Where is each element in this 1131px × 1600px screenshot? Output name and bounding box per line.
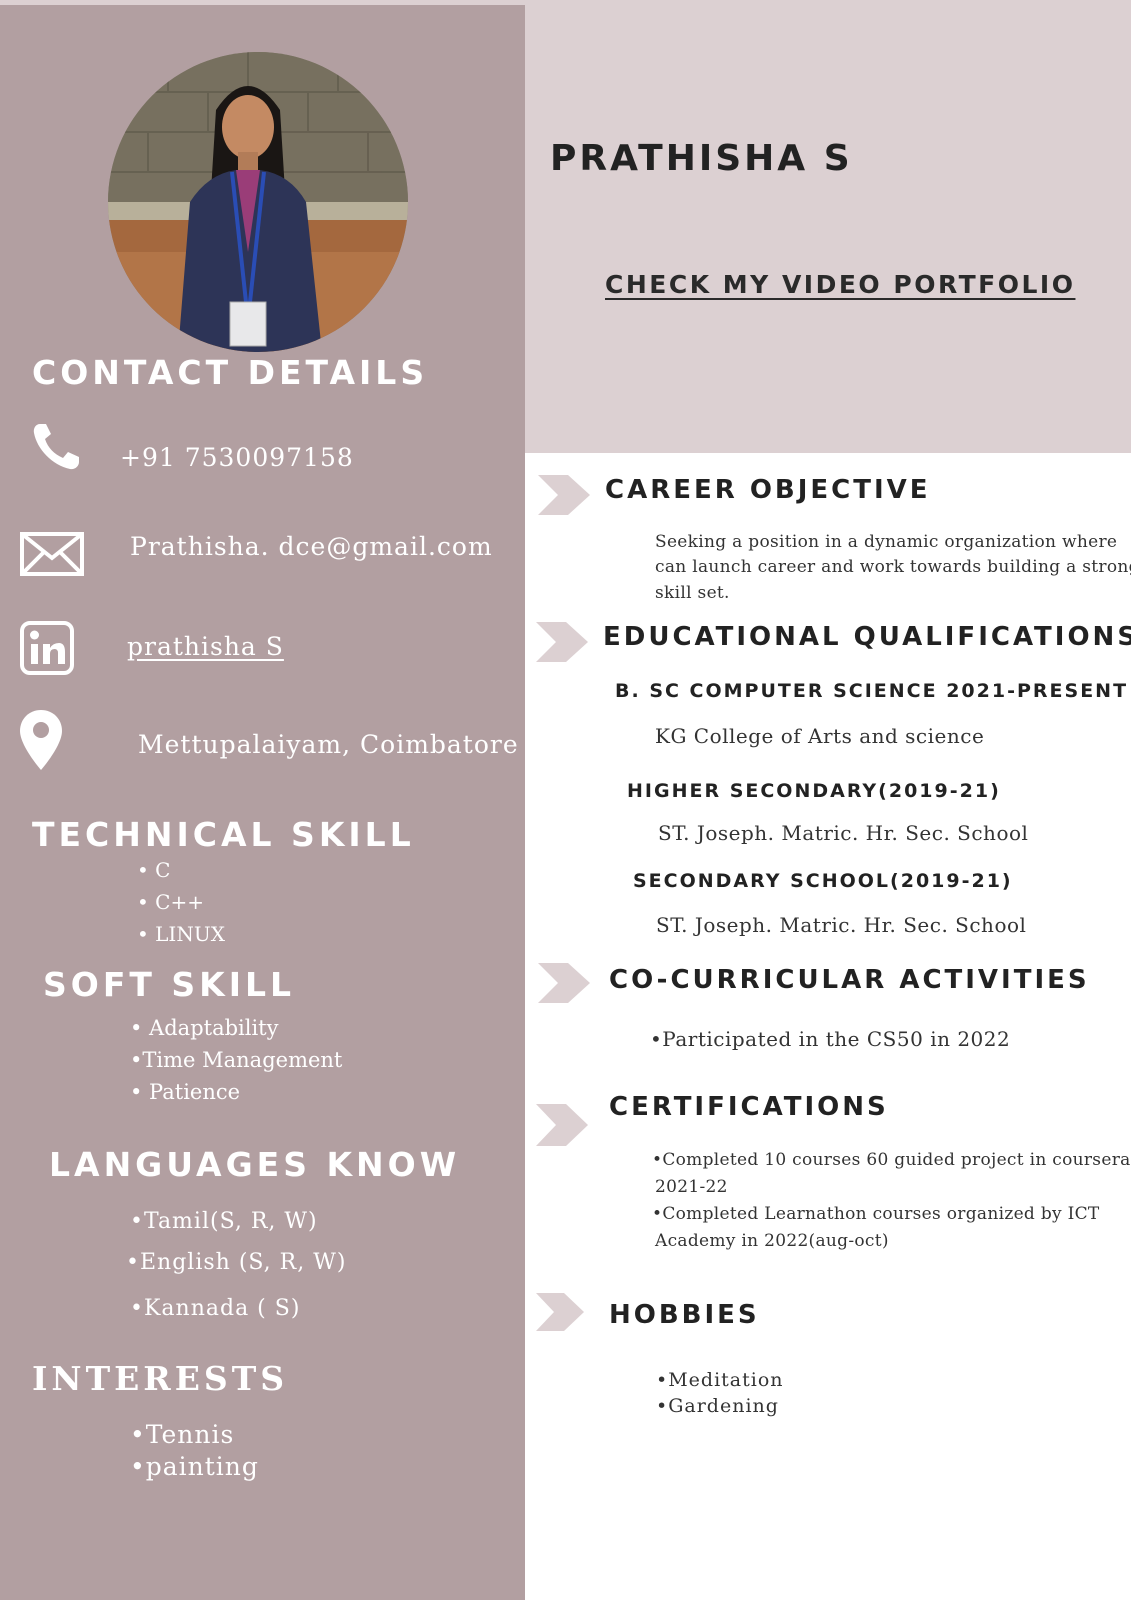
interest-item: •painting	[130, 1452, 259, 1481]
chevron-right-icon	[538, 475, 590, 515]
education-institution: KG College of Arts and science	[655, 724, 985, 748]
profile-photo-illustration	[108, 52, 408, 352]
hobby-item: •Meditation	[656, 1369, 784, 1391]
career-objective-line: Seeking a position in a dynamic organiza…	[655, 532, 1118, 552]
education-title: B. SC COMPUTER SCIENCE 2021-PRESENT	[615, 680, 1129, 702]
education-institution: ST. Joseph. Matric. Hr. Sec. School	[656, 913, 1027, 937]
phone-icon	[33, 424, 79, 470]
technical-skill-item: • LINUX	[137, 922, 225, 946]
soft-skill-heading: SOFT SKILL	[43, 965, 296, 1004]
contact-details-heading: CONTACT DETAILS	[32, 353, 429, 392]
soft-skill-item: •Time Management	[130, 1048, 343, 1072]
phone-number[interactable]: +91 7530097158	[120, 443, 354, 472]
technical-skill-item: • C++	[137, 890, 204, 914]
interests-heading: INTERESTS	[32, 1359, 289, 1398]
soft-skill-item: • Adaptability	[130, 1016, 279, 1040]
hobby-item: •Gardening	[656, 1395, 779, 1417]
language-item: •English (S, R, W)	[126, 1250, 347, 1275]
education-heading: EDUCATIONAL QUALIFICATIONS	[603, 622, 1131, 652]
certification-line: Academy in 2022(aug-oct)	[655, 1231, 889, 1251]
languages-heading: LANGUAGES KNOW	[49, 1145, 461, 1184]
chevron-right-icon	[536, 622, 588, 662]
header-panel	[525, 5, 1131, 453]
soft-skill-item: • Patience	[130, 1080, 241, 1104]
email-address[interactable]: Prathisha. dce@gmail.com	[130, 532, 493, 561]
chevron-right-icon	[538, 963, 590, 1003]
education-title: HIGHER SECONDARY(2019-21)	[627, 780, 1001, 802]
hobbies-heading: HOBBIES	[609, 1300, 760, 1330]
profile-photo	[108, 52, 408, 352]
location-pin-icon	[20, 710, 62, 770]
location-text: Mettupalaiyam, Coimbatore	[138, 730, 519, 759]
language-item: •Kannada ( S)	[130, 1296, 301, 1321]
candidate-name: PRATHISHA S	[550, 138, 853, 179]
video-portfolio-link[interactable]: CHECK MY VIDEO PORTFOLIO	[605, 270, 1075, 299]
certifications-heading: CERTIFICATIONS	[609, 1092, 889, 1122]
mail-icon	[20, 532, 84, 576]
career-objective-heading: CAREER OBJECTIVE	[605, 475, 931, 505]
career-objective-line: can launch career and work towards build…	[655, 557, 1131, 577]
co-curricular-heading: CO-CURRICULAR ACTIVITIES	[609, 965, 1090, 995]
language-item: •Tamil(S, R, W)	[130, 1209, 318, 1234]
chevron-right-icon	[536, 1104, 588, 1146]
interest-item: •Tennis	[130, 1420, 235, 1449]
chevron-right-icon	[536, 1293, 584, 1331]
linkedin-icon	[20, 621, 74, 675]
technical-skill-heading: TECHNICAL SKILL	[32, 815, 415, 854]
certification-line: 2021-22	[655, 1177, 728, 1197]
technical-skill-item: • C	[137, 858, 171, 882]
linkedin-link[interactable]: prathisha S	[127, 632, 284, 661]
career-objective-line: skill set.	[655, 583, 730, 603]
certification-line: •Completed Learnathon courses organized …	[652, 1204, 1100, 1224]
co-curricular-item: •Participated in the CS50 in 2022	[650, 1027, 1011, 1051]
education-institution: ST. Joseph. Matric. Hr. Sec. School	[658, 821, 1029, 845]
education-title: SECONDARY SCHOOL(2019-21)	[633, 870, 1013, 892]
certification-line: •Completed 10 courses 60 guided project …	[652, 1150, 1131, 1170]
